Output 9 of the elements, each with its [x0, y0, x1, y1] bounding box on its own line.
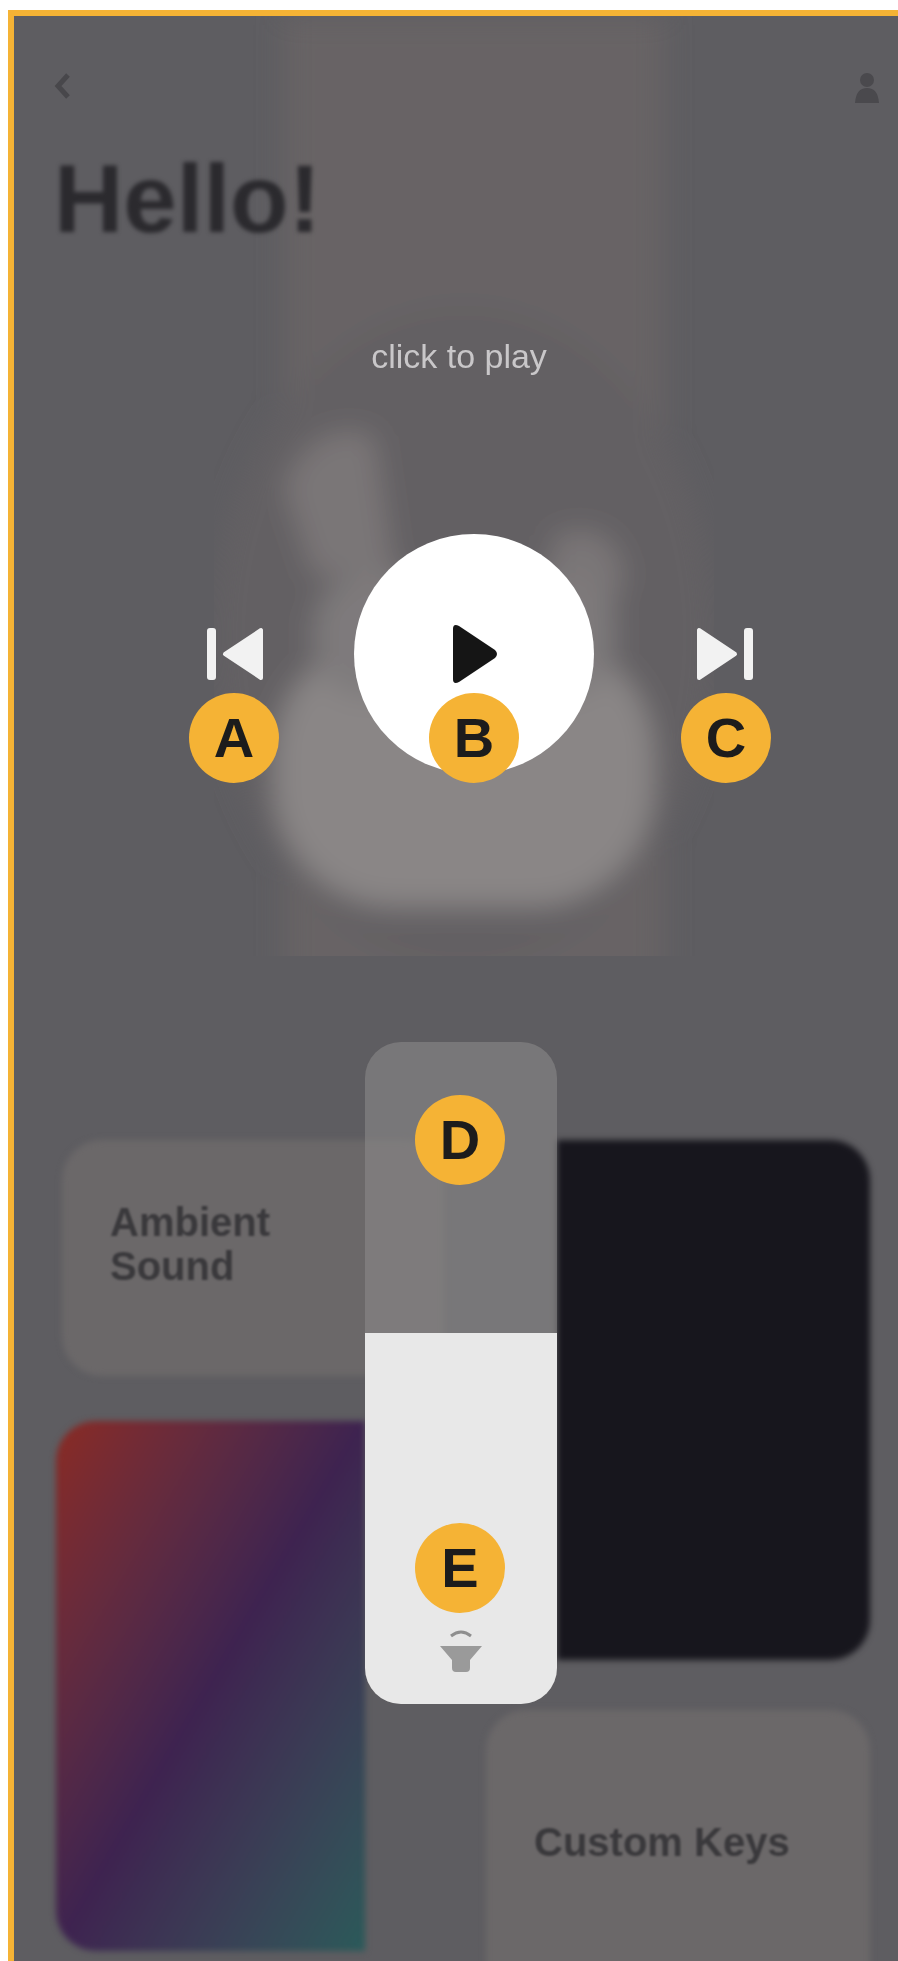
hint-text: click to play [370, 336, 548, 377]
callout-badge: A [189, 693, 279, 783]
volume-slider[interactable] [365, 1042, 557, 1704]
page-title: Hello! [54, 151, 321, 247]
skip-previous-icon [205, 626, 263, 682]
callout-badge: D [415, 1095, 505, 1185]
skip-next-icon [697, 626, 755, 682]
callout-badge: C [681, 693, 771, 783]
speaker-icon [438, 1628, 484, 1674]
